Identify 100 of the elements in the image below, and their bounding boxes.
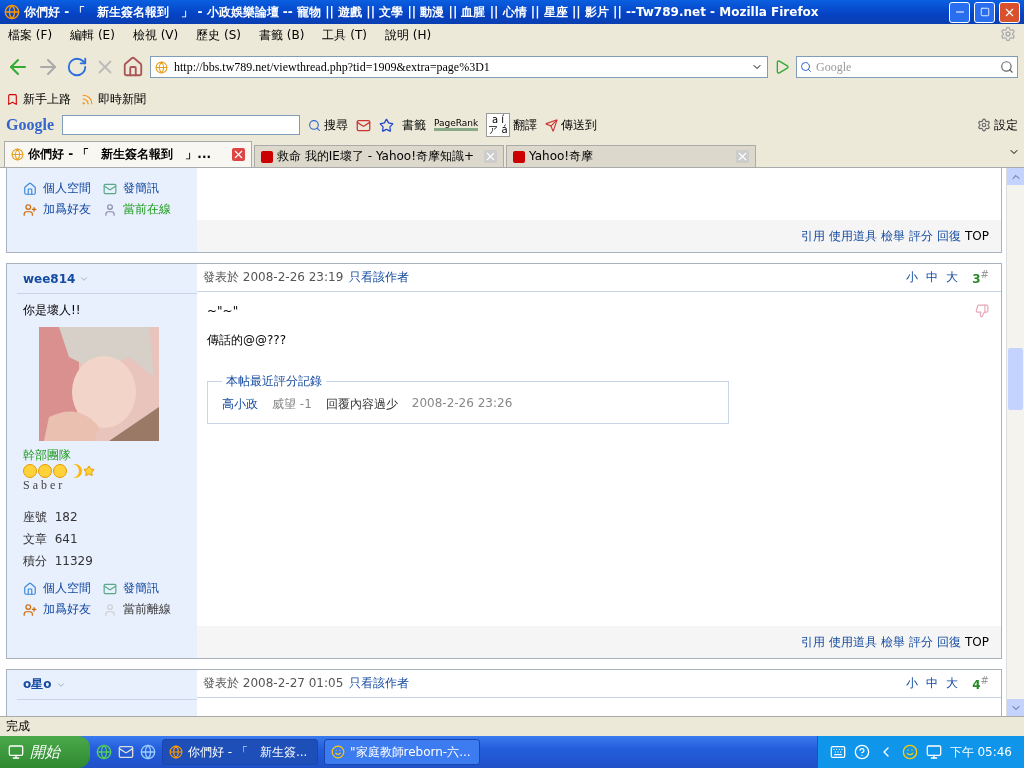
- menu-item[interactable]: 編輯 (E): [70, 26, 115, 44]
- window-title: 你們好 - 「 新生簽名報到 」 - 小政娛樂論壇 -- 寵物 || 遊戲 || 文學 || 動漫 || 血腥 || 心情 || 星座 || 影片 || --Tw789.net - Mozilla Firefox: [24, 3, 820, 21]
- user-icon: [103, 202, 117, 217]
- globe-icon[interactable]: [96, 744, 112, 760]
- settings-icon: [977, 118, 991, 132]
- action-link[interactable]: 檢舉: [881, 227, 905, 245]
- profile-link[interactable]: 發簡訊: [103, 580, 171, 597]
- action-link[interactable]: 回復: [937, 227, 961, 245]
- user-group: 幹部團隊: [23, 447, 187, 464]
- rater-name[interactable]: 高小政: [222, 396, 258, 413]
- status-text: 完成: [6, 718, 30, 735]
- action-link[interactable]: 引用: [801, 227, 825, 245]
- reload-button[interactable]: [66, 56, 88, 78]
- scrollbar[interactable]: [1006, 168, 1024, 716]
- network-icon[interactable]: [925, 744, 942, 760]
- scroll-thumb[interactable]: [1008, 348, 1023, 410]
- bookmark-icon: [6, 92, 19, 106]
- menu-item[interactable]: 歷史 (S): [196, 26, 242, 44]
- menu-item[interactable]: 工具 (T): [322, 26, 367, 44]
- settings-button[interactable]: 設定: [977, 116, 1018, 134]
- rating-title: 本帖最近評分記錄: [225, 373, 323, 390]
- menu-item[interactable]: 檢視 (V): [132, 26, 179, 44]
- link-label: 加爲好友: [43, 201, 91, 218]
- only-author-link[interactable]: 只看該作者: [349, 269, 410, 286]
- toolbar-button[interactable]: 傳送到: [544, 116, 597, 134]
- action-link[interactable]: 評分: [909, 633, 933, 651]
- mail-icon[interactable]: [118, 744, 134, 760]
- go-button[interactable]: [774, 59, 790, 75]
- profile-link[interactable]: 當前離線: [103, 601, 171, 618]
- font-size-link[interactable]: 小: [906, 269, 919, 286]
- action-link[interactable]: 使用道具: [829, 227, 877, 245]
- action-link[interactable]: TOP: [965, 635, 989, 649]
- rank-text: S a b e r: [23, 478, 64, 493]
- link-label: 當前離線: [123, 601, 171, 618]
- home-icon: [23, 181, 37, 196]
- font-size-link[interactable]: 大: [946, 675, 959, 692]
- start-button[interactable]: 開始: [0, 736, 90, 768]
- rating-reason: 回覆內容過少: [325, 396, 398, 413]
- profile-link[interactable]: 個人空間: [23, 180, 91, 197]
- profile-link[interactable]: 發簡訊: [103, 180, 171, 197]
- toolbar-button[interactable]: 書籤: [402, 116, 426, 134]
- floor-number: 4$^{#}$: [972, 675, 989, 692]
- action-link[interactable]: 檢舉: [881, 633, 905, 651]
- minimize-button[interactable]: [949, 1, 970, 23]
- user-stat: 座號 182: [23, 509, 79, 526]
- font-size-link[interactable]: 中: [926, 269, 939, 286]
- add-user-icon: [23, 602, 37, 617]
- clock: 下午 05:46: [949, 743, 1012, 761]
- menu-item[interactable]: 書籤 (B): [259, 26, 305, 44]
- font-size-link[interactable]: 大: [946, 269, 959, 286]
- help-icon[interactable]: [853, 744, 870, 760]
- author-name[interactable]: wee814: [23, 271, 76, 286]
- user-stat: 文章 641: [23, 531, 79, 548]
- action-link[interactable]: 使用道具: [829, 633, 877, 651]
- keyboard-icon[interactable]: [829, 744, 846, 760]
- close-button[interactable]: [999, 1, 1020, 23]
- page-icon: [11, 148, 24, 161]
- menu-item[interactable]: 說明 (H): [385, 26, 432, 44]
- action-link[interactable]: 回復: [937, 633, 961, 651]
- user-title: 你是壞人!!: [23, 302, 82, 319]
- browser-tab[interactable]: 救命 我的IE壞了 - Yahoo!奇摩知識+: [254, 145, 504, 167]
- toolbar-button[interactable]: 搜尋: [308, 116, 348, 134]
- profile-link[interactable]: 個人空間: [23, 580, 91, 597]
- author-name[interactable]: o星o: [23, 676, 52, 693]
- home-button[interactable]: [122, 56, 144, 78]
- action-link[interactable]: TOP: [965, 229, 989, 243]
- mail-icon[interactable]: [356, 117, 371, 133]
- link-label: 當前在線: [123, 201, 171, 218]
- font-size-link[interactable]: 中: [926, 675, 939, 692]
- action-link[interactable]: 評分: [909, 227, 933, 245]
- maximize-icon: [979, 7, 990, 17]
- profile-link[interactable]: 加爲好友: [23, 601, 91, 618]
- browser-icon[interactable]: [140, 744, 156, 760]
- url-field[interactable]: http://bbs.tw789.net/viewthread.php?tid=1909&extra=page%3D1: [150, 56, 768, 78]
- bookmark-link[interactable]: 即時新聞: [81, 90, 146, 108]
- link-label: 個人空間: [43, 180, 91, 197]
- search-icon[interactable]: [1000, 60, 1014, 74]
- search-icon: [308, 118, 321, 132]
- only-author-link[interactable]: 只看該作者: [349, 675, 410, 692]
- add-user-icon: [23, 202, 37, 217]
- browser-tab[interactable]: 你們好 - 「 新生簽名報到 」...: [4, 141, 252, 167]
- browser-tab[interactable]: Yahoo!奇摩: [506, 145, 756, 167]
- profile-link[interactable]: 加爲好友: [23, 201, 91, 218]
- thumbs-down-icon[interactable]: [975, 304, 989, 318]
- google-search-field[interactable]: [62, 115, 300, 135]
- menu-item[interactable]: 檔案 (F): [8, 26, 53, 44]
- user-stat: 積分 11329: [23, 553, 94, 570]
- maximize-button[interactable]: [974, 1, 995, 23]
- bookmark-link[interactable]: 新手上路: [6, 90, 71, 108]
- pagerank-meter[interactable]: PageRank: [434, 119, 479, 131]
- star-icon[interactable]: [379, 117, 394, 133]
- search-engine-icon[interactable]: [800, 61, 812, 73]
- taskbar-task[interactable]: "家庭教師reborn-六...: [324, 739, 480, 765]
- font-size-link[interactable]: 小: [906, 675, 919, 692]
- star-icon: [83, 465, 95, 477]
- action-link[interactable]: 引用: [801, 633, 825, 651]
- taskbar-task[interactable]: 你們好 - 「 新生簽...: [162, 739, 318, 765]
- floor-number: 3$^{#}$: [972, 269, 989, 286]
- app-icon: [331, 745, 345, 759]
- close-tab-icon[interactable]: [232, 148, 245, 161]
